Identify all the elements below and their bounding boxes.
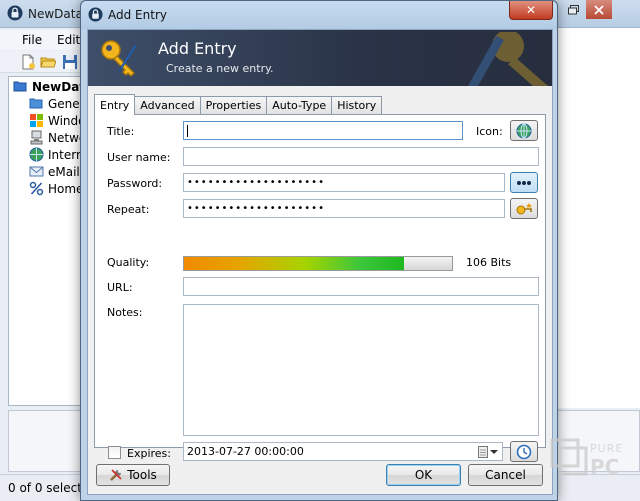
new-file-icon[interactable] [20, 54, 36, 70]
globe-icon [29, 147, 44, 162]
ellipsis-icon [517, 180, 531, 185]
banner-decoration-icon [468, 32, 548, 86]
globe-icon [516, 123, 532, 138]
quality-label: Quality: [107, 256, 150, 269]
icon-picker-button[interactable] [510, 120, 538, 141]
close-icon: ✕ [525, 3, 537, 17]
open-folder-icon[interactable] [40, 54, 56, 70]
cancel-button-label: Cancel [485, 468, 526, 482]
username-field[interactable] [183, 147, 539, 166]
restore-button[interactable] [560, 0, 586, 19]
percent-icon [29, 181, 44, 196]
title-field[interactable] [183, 121, 463, 140]
tab-properties[interactable]: Properties [199, 96, 268, 114]
calendar-dropdown-icon[interactable] [478, 446, 498, 458]
entry-tab-panel: Title: Icon: User name: Password: ••••••… [94, 114, 546, 462]
title-label: Title: [107, 125, 135, 138]
quality-bar-fill [184, 257, 404, 270]
tree-root[interactable]: NewData [13, 78, 81, 95]
watermark-line2: PC [590, 455, 619, 479]
tree-item-label: Intern [48, 147, 82, 162]
tree-item[interactable]: Intern [29, 146, 82, 163]
tree-item[interactable]: Windo [29, 112, 82, 129]
tree-root-label: NewData [32, 79, 81, 94]
tree-item-label: eMail [48, 164, 80, 179]
purepc-watermark-logo: PURE PC [550, 438, 623, 479]
menu-bar: File Edit [0, 30, 90, 50]
url-label: URL: [107, 281, 133, 294]
main-close-button[interactable] [586, 0, 612, 19]
tab-entry[interactable]: Entry [94, 94, 136, 115]
repeat-password-field[interactable]: •••••••••••••••••••• [183, 199, 505, 218]
ok-button[interactable]: OK [386, 464, 461, 486]
save-icon[interactable] [62, 54, 78, 70]
password-field-value: •••••••••••••••••••• [187, 177, 325, 188]
username-label: User name: [107, 151, 171, 164]
windows-icon [30, 114, 43, 127]
expires-checkbox[interactable] [108, 446, 121, 459]
banner-title: Add Entry [158, 39, 237, 58]
folder-icon [29, 98, 43, 109]
tab-strip: Entry Advanced Properties Auto-Type Hist… [94, 94, 383, 115]
password-generator-button[interactable] [510, 198, 538, 219]
email-icon [29, 166, 44, 177]
clock-icon [516, 444, 532, 459]
cancel-button[interactable]: Cancel [468, 464, 543, 486]
ok-button-label: OK [414, 468, 433, 482]
notes-label: Notes: [107, 306, 143, 319]
tools-button-label: Tools [127, 468, 157, 482]
notes-textarea[interactable] [183, 304, 539, 436]
expires-date-value: 2013-07-27 00:00:00 [187, 445, 304, 458]
key-pen-icon [101, 40, 137, 77]
tree-item-label: Netwo [48, 130, 81, 145]
dialog-title: Add Entry [108, 8, 167, 22]
dialog-banner: Add Entry Create a new entry. [88, 30, 552, 86]
tools-button[interactable]: Tools [96, 464, 170, 486]
tree-item[interactable]: Home [29, 180, 82, 197]
tree-item[interactable]: eMail [29, 163, 80, 180]
password-label: Password: [107, 177, 163, 190]
close-icon [594, 4, 604, 15]
dialog-body: Add Entry Create a new entry. Entry Adva… [87, 29, 553, 495]
tree-item-label: Home [48, 181, 82, 196]
show-password-button[interactable] [510, 172, 538, 193]
quality-bits-text: 106 Bits [466, 256, 512, 269]
text-caret [187, 125, 188, 137]
tab-history[interactable]: History [331, 96, 383, 114]
watermark-line1: PURE [590, 442, 623, 455]
dialog-close-button[interactable]: ✕ [509, 1, 553, 20]
banner-subtitle: Create a new entry. [166, 62, 274, 75]
expiry-presets-button[interactable] [510, 441, 538, 462]
menu-edit[interactable]: Edit [57, 33, 80, 47]
tab-auto-type[interactable]: Auto-Type [266, 96, 333, 114]
key-generator-icon [516, 202, 532, 214]
menu-file[interactable]: File [22, 33, 42, 47]
database-icon [13, 81, 27, 92]
entry-list-panel[interactable] [556, 28, 640, 408]
repeat-field-value: •••••••••••••••••••• [187, 203, 325, 214]
tree-item[interactable]: Gener [29, 95, 82, 112]
password-quality-bar [183, 256, 453, 271]
main-window-controls [560, 0, 612, 19]
repeat-label: Repeat: [107, 203, 150, 216]
tree-item-label: Gener [48, 96, 82, 111]
network-icon [30, 130, 43, 145]
group-tree[interactable]: NewData Gener Windo Netwo Intern eMail H… [8, 76, 82, 406]
expires-label: Expires: [127, 447, 171, 460]
url-field[interactable] [183, 277, 539, 296]
tree-item[interactable]: Netwo [29, 129, 81, 146]
tree-item-label: Windo [48, 113, 82, 128]
tools-icon [110, 469, 122, 481]
tab-advanced[interactable]: Advanced [134, 96, 201, 114]
keepass-lock-icon [7, 5, 23, 21]
expires-date-picker[interactable]: 2013-07-27 00:00:00 [183, 442, 503, 461]
keepass-lock-icon [88, 7, 103, 22]
add-entry-dialog: Add Entry ✕ Add Entry Create a new entry… [80, 0, 558, 501]
icon-label: Icon: [476, 125, 503, 138]
restore-icon [567, 4, 579, 14]
toolbar [0, 51, 90, 73]
password-field[interactable]: •••••••••••••••••••• [183, 173, 505, 192]
dialog-titlebar[interactable]: Add Entry ✕ [81, 1, 557, 29]
